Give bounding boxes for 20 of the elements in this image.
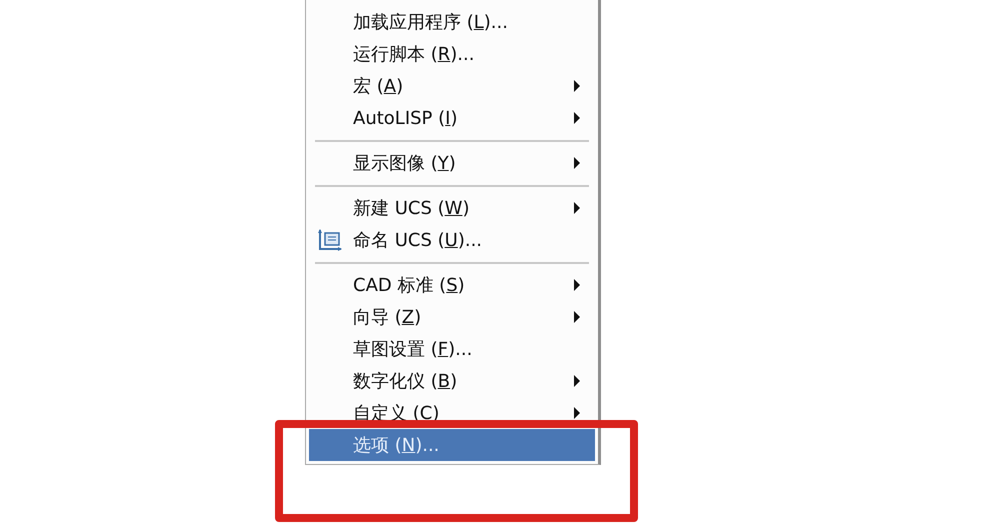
menu-item[interactable]: CAD 标准 (S) [309,269,595,301]
menu-item[interactable]: 命名 UCS (U)... [309,224,595,256]
menu-item[interactable]: 向导 (Z) [309,301,595,333]
menu-item[interactable]: 新建 UCS (W) [309,192,595,224]
menu-item[interactable]: 加载应用程序 (L)... [309,6,595,38]
submenu-arrow-icon [573,157,581,169]
menu-item[interactable]: 宏 (A) [309,70,595,102]
menu-item[interactable]: 运行脚本 (R)... [309,38,595,70]
submenu-arrow-icon [573,311,581,323]
menu-item[interactable]: 选项 (N)... [309,429,595,461]
menu-item[interactable]: 显示图像 (Y) [309,147,595,179]
menu-item[interactable]: 草图设置 (F)... [309,333,595,365]
submenu-arrow-icon [573,279,581,291]
menu-item[interactable]: AutoLISP (I) [309,102,595,134]
submenu-arrow-icon [573,80,581,92]
submenu-arrow-icon [573,407,581,419]
submenu-arrow-icon [573,112,581,124]
submenu-arrow-icon [573,202,581,214]
submenu-arrow-icon [573,375,581,387]
menu-item[interactable]: 数字化仪 (B) [309,365,595,397]
